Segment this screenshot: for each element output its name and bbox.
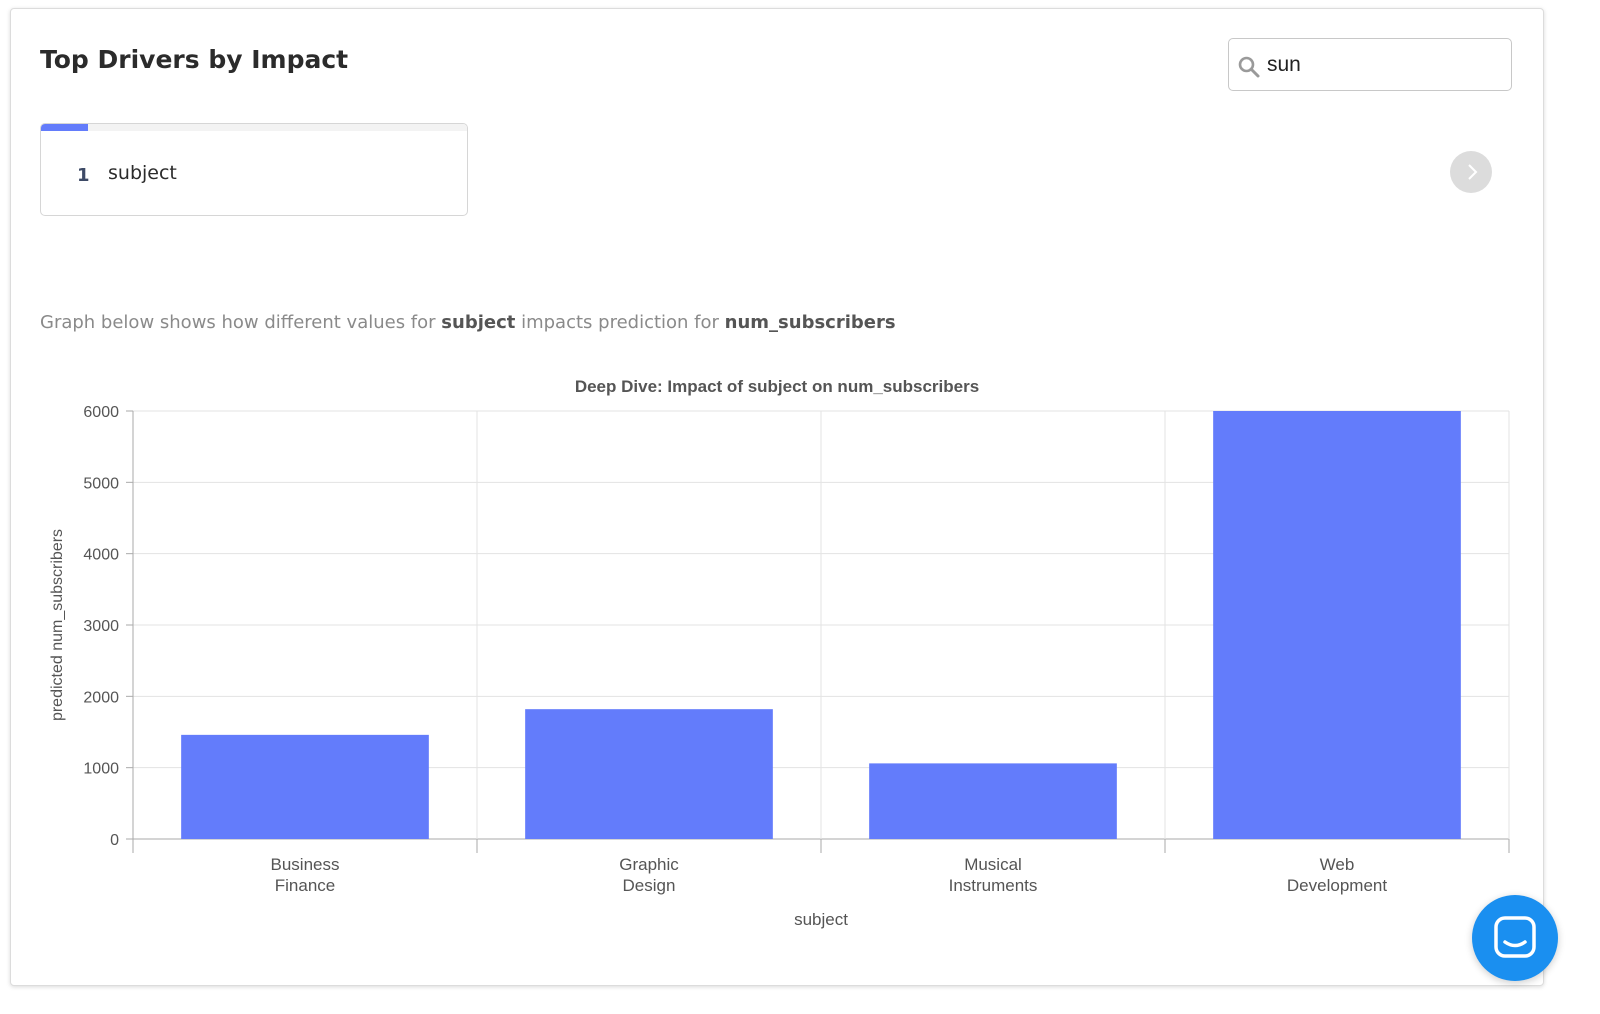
y-tick-label: 2000	[83, 689, 119, 706]
top-drivers-card: Top Drivers by Impact 1 subject Graph be…	[10, 8, 1544, 986]
bar	[181, 734, 429, 839]
x-tick-label: Graphic Design	[619, 855, 679, 895]
chat-icon	[1494, 916, 1536, 958]
x-axis-label: subject	[794, 910, 848, 929]
x-tick-label: Web Development	[1287, 855, 1387, 895]
x-tick-label: Musical Instruments	[949, 855, 1038, 895]
y-tick-label: 6000	[83, 404, 119, 421]
y-tick-label: 4000	[83, 547, 119, 564]
bar-chart: 0 1000 2000 3000 4000 5000 6000 Business Finance…	[49, 377, 1510, 929]
chat-launcher-button[interactable]	[1472, 895, 1558, 981]
chart-title: Deep Dive: Impact of subject on num_subs…	[575, 377, 979, 396]
y-tick-label: 5000	[83, 475, 119, 492]
y-tick-label: 1000	[83, 761, 119, 778]
bar	[869, 763, 1117, 839]
y-tick-label: 3000	[83, 618, 119, 635]
y-tick-label: 0	[110, 832, 119, 849]
y-axis-label: predicted num_subscribers	[49, 529, 66, 721]
bar	[1213, 411, 1461, 839]
bar	[525, 709, 773, 839]
x-tick-label: Business Finance	[271, 855, 340, 895]
